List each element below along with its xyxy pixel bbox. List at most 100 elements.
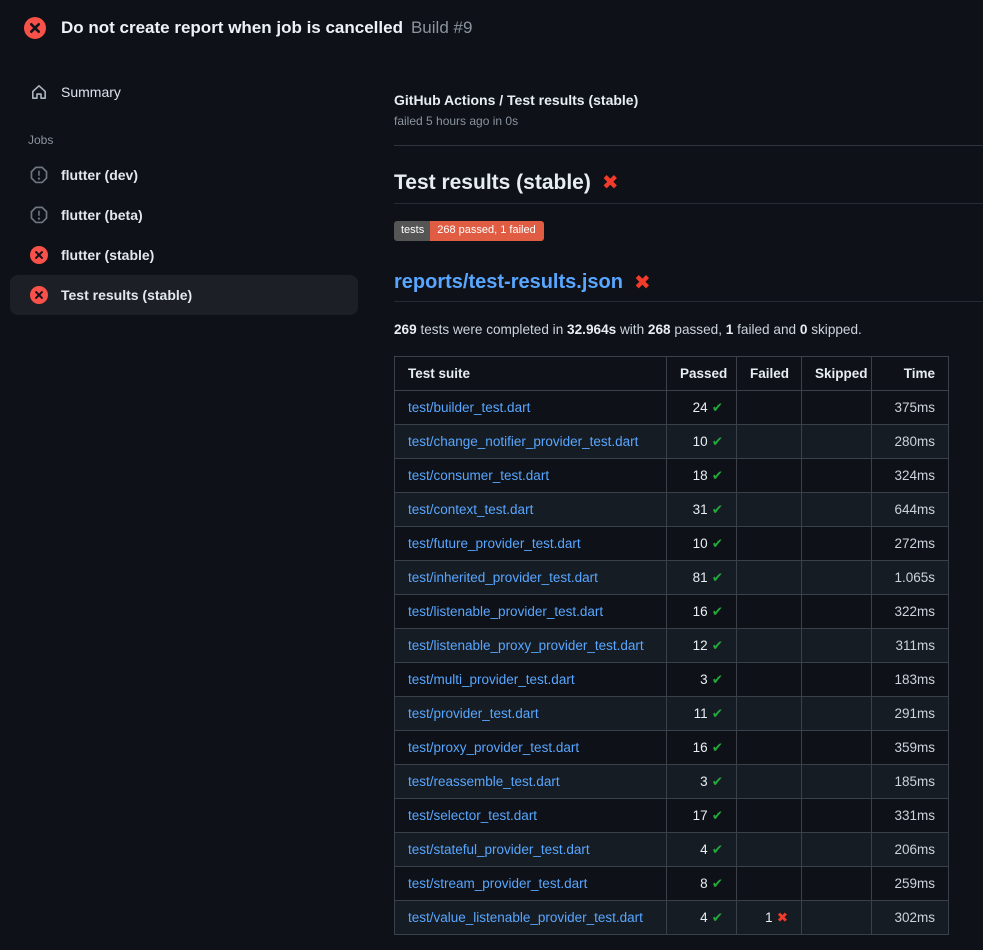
report-file-link[interactable]: reports/test-results.json bbox=[394, 271, 623, 294]
summary-text: tests were completed in bbox=[417, 322, 567, 337]
check-icon: ✔ bbox=[712, 774, 723, 789]
table-row: test/listenable_provider_test.dart16✔322… bbox=[395, 595, 949, 629]
passed-cell: 10✔ bbox=[667, 425, 737, 459]
column-header: Passed bbox=[667, 357, 737, 391]
suite-link[interactable]: test/selector_test.dart bbox=[408, 808, 537, 823]
failed-cell bbox=[737, 527, 802, 561]
table-row: test/reassemble_test.dart3✔185ms bbox=[395, 765, 949, 799]
suite-link[interactable]: test/value_listenable_provider_test.dart bbox=[408, 910, 643, 925]
check-icon: ✔ bbox=[712, 740, 723, 755]
passed-cell: 12✔ bbox=[667, 629, 737, 663]
skipped-cell bbox=[802, 867, 872, 901]
suite-cell: test/change_notifier_provider_test.dart bbox=[395, 425, 667, 459]
sidebar-item-job[interactable]: Test results (stable) bbox=[10, 275, 358, 315]
table-row: test/provider_test.dart11✔291ms bbox=[395, 697, 949, 731]
sidebar-item-job[interactable]: flutter (beta) bbox=[10, 195, 358, 235]
suite-cell: test/listenable_proxy_provider_test.dart bbox=[395, 629, 667, 663]
check-icon: ✔ bbox=[712, 808, 723, 823]
page-header: Do not create report when job is cancell… bbox=[0, 0, 983, 56]
failed-cell bbox=[737, 833, 802, 867]
suite-link[interactable]: test/stateful_provider_test.dart bbox=[408, 842, 590, 857]
suite-link[interactable]: test/reassemble_test.dart bbox=[408, 774, 560, 789]
sidebar-item-label: Summary bbox=[61, 84, 121, 100]
suite-link[interactable]: test/change_notifier_provider_test.dart bbox=[408, 434, 638, 449]
table-row: test/proxy_provider_test.dart 16✔ 359ms bbox=[395, 731, 949, 765]
suite-link[interactable]: test/future_provider_test.dart bbox=[408, 536, 581, 551]
passed-cell: 3✔ bbox=[667, 765, 737, 799]
time-cell: 311ms bbox=[872, 629, 949, 663]
table-header-row: Test suitePassedFailedSkippedTime bbox=[395, 357, 949, 391]
time-cell: 331ms bbox=[872, 799, 949, 833]
x-icon: ✖ bbox=[777, 910, 788, 925]
suite-cell: test/multi_provider_test.dart bbox=[395, 663, 667, 697]
skipped-cell bbox=[802, 731, 872, 765]
suite-cell: test/proxy_provider_test.dart bbox=[395, 731, 667, 765]
report-title: Test results (stable) ✖ bbox=[394, 171, 983, 204]
report-file-heading: reports/test-results.json ✖ bbox=[394, 271, 983, 302]
suite-link[interactable]: test/listenable_proxy_provider_test.dart bbox=[408, 638, 644, 653]
skipped-cell bbox=[802, 765, 872, 799]
passed-cell: 4✔ bbox=[667, 901, 737, 935]
passed-cell: 31✔ bbox=[667, 493, 737, 527]
table-row: test/future_provider_test.dart10✔272ms bbox=[395, 527, 949, 561]
suite-link[interactable]: test/proxy_provider_test.dart bbox=[408, 740, 579, 755]
passed-cell: 18✔ bbox=[667, 459, 737, 493]
suite-link[interactable]: test/provider_test.dart bbox=[408, 706, 539, 721]
sidebar-item-job[interactable]: flutter (stable) bbox=[10, 235, 358, 275]
column-header: Failed bbox=[737, 357, 802, 391]
suite-link[interactable]: test/stream_provider_test.dart bbox=[408, 876, 587, 891]
sidebar-item-label: flutter (dev) bbox=[61, 167, 138, 183]
suite-cell: test/selector_test.dart bbox=[395, 799, 667, 833]
failed-cell bbox=[737, 765, 802, 799]
check-icon: ✔ bbox=[712, 706, 723, 721]
count-value: 1 bbox=[765, 910, 773, 925]
x-emoji-icon: ✖ bbox=[634, 273, 651, 293]
count-value: 10 bbox=[693, 536, 708, 551]
check-icon: ✔ bbox=[712, 910, 723, 925]
suite-link[interactable]: test/builder_test.dart bbox=[408, 400, 530, 415]
check-header: GitHub Actions / Test results (stable) f… bbox=[394, 92, 983, 146]
suite-link[interactable]: test/consumer_test.dart bbox=[408, 468, 549, 483]
skipped-cell bbox=[802, 459, 872, 493]
check-breadcrumb: GitHub Actions / Test results (stable) bbox=[394, 92, 983, 108]
suite-link[interactable]: test/multi_provider_test.dart bbox=[408, 672, 575, 687]
suite-cell: test/context_test.dart bbox=[395, 493, 667, 527]
suite-cell: test/provider_test.dart bbox=[395, 697, 667, 731]
sidebar-item-job[interactable]: flutter (dev) bbox=[10, 155, 358, 195]
home-icon bbox=[30, 83, 48, 101]
sidebar-item-summary[interactable]: Summary bbox=[10, 72, 358, 112]
passed-cell: 16✔ bbox=[667, 595, 737, 629]
suite-link[interactable]: test/listenable_provider_test.dart bbox=[408, 604, 603, 619]
table-row: test/listenable_proxy_provider_test.dart… bbox=[395, 629, 949, 663]
build-number: Build #9 bbox=[411, 18, 472, 37]
summary-text: skipped. bbox=[807, 322, 861, 337]
count-value: 3 bbox=[700, 774, 708, 789]
failed-cell: 1✖ bbox=[737, 901, 802, 935]
time-cell: 324ms bbox=[872, 459, 949, 493]
suite-cell: test/stateful_provider_test.dart bbox=[395, 833, 667, 867]
badge-value: 268 passed, 1 failed bbox=[430, 221, 543, 241]
summary-line: 269 tests were completed in 32.964s with… bbox=[394, 322, 983, 337]
suite-link[interactable]: test/context_test.dart bbox=[408, 502, 533, 517]
skipped-cell bbox=[802, 425, 872, 459]
table-row: test/inherited_provider_test.dart81✔1.06… bbox=[395, 561, 949, 595]
time-cell: 359ms bbox=[872, 731, 949, 765]
count-value: 24 bbox=[693, 400, 708, 415]
check-icon: ✔ bbox=[712, 434, 723, 449]
job-list: flutter (dev) flutter (beta) flutter (stab… bbox=[0, 155, 368, 315]
passed-cell: 16✔ bbox=[667, 731, 737, 765]
suite-cell: test/listenable_provider_test.dart bbox=[395, 595, 667, 629]
stop-alert-icon bbox=[30, 206, 48, 224]
stop-alert-icon bbox=[30, 166, 48, 184]
sidebar-item-label: flutter (beta) bbox=[61, 207, 143, 223]
page-title: Do not create report when job is cancell… bbox=[61, 18, 472, 38]
passed-cell: 17✔ bbox=[667, 799, 737, 833]
suite-link[interactable]: test/inherited_provider_test.dart bbox=[408, 570, 598, 585]
suite-cell: test/future_provider_test.dart bbox=[395, 527, 667, 561]
suite-cell: test/value_listenable_provider_test.dart bbox=[395, 901, 667, 935]
passed-cell: 81✔ bbox=[667, 561, 737, 595]
check-icon: ✔ bbox=[712, 638, 723, 653]
passed-cell: 3✔ bbox=[667, 663, 737, 697]
failed-cell bbox=[737, 561, 802, 595]
skipped-cell bbox=[802, 799, 872, 833]
